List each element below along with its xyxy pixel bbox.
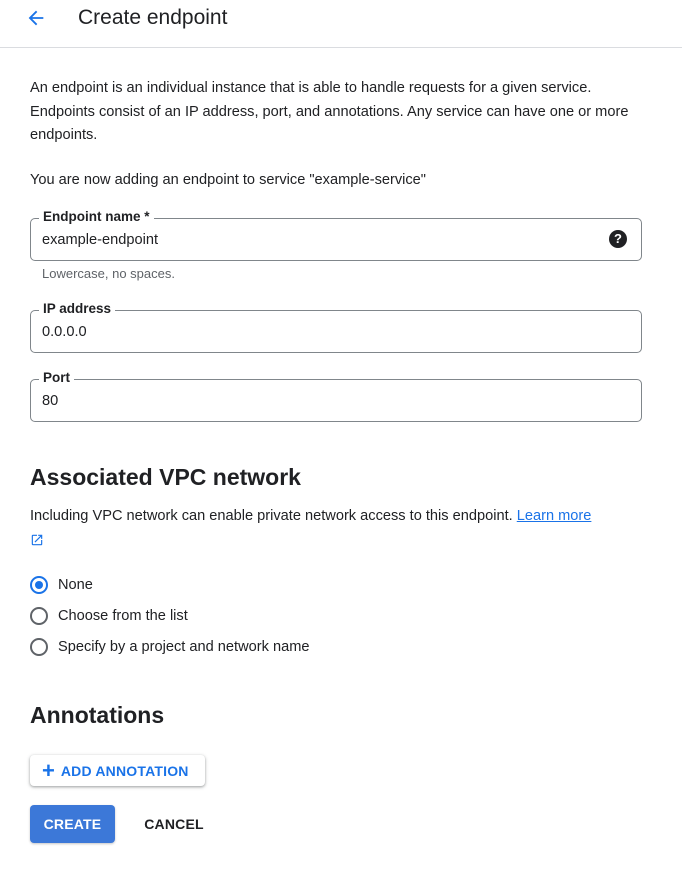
radio-none-label: None xyxy=(58,577,93,593)
create-button[interactable]: CREATE xyxy=(30,805,115,843)
port-input[interactable] xyxy=(42,390,582,412)
back-button[interactable] xyxy=(20,4,52,32)
ip-address-field[interactable]: IP address xyxy=(30,301,642,353)
vpc-section-title: Associated VPC network xyxy=(30,464,301,490)
annotations-section-title: Annotations xyxy=(30,702,165,728)
arrow-back-icon xyxy=(28,10,44,26)
port-label: Port xyxy=(39,370,74,386)
endpoint-description: An endpoint is an individual instance th… xyxy=(30,80,629,143)
external-link-icon[interactable] xyxy=(30,533,44,547)
radio-specify-label: Specify by a project and network name xyxy=(58,639,310,655)
help-icon[interactable]: ? xyxy=(609,230,627,248)
endpoint-name-label: Endpoint name * xyxy=(39,209,154,225)
radio-choose-label: Choose from the list xyxy=(58,608,188,624)
ip-address-input[interactable] xyxy=(42,321,582,343)
cancel-button[interactable]: CANCEL xyxy=(130,805,218,843)
adding-service-text: You are now adding an endpoint to servic… xyxy=(30,172,426,188)
radio-button[interactable] xyxy=(30,607,48,625)
port-field[interactable]: Port xyxy=(30,370,642,422)
radio-specify-project[interactable]: Specify by a project and network name xyxy=(30,636,309,658)
radio-choose-from-list[interactable]: Choose from the list xyxy=(30,605,188,627)
learn-more-link[interactable]: Learn more xyxy=(517,508,592,524)
endpoint-name-field[interactable]: Endpoint name * ? xyxy=(30,209,642,261)
radio-button[interactable] xyxy=(30,638,48,656)
create-endpoint-page: Create endpoint An endpoint is an indivi… xyxy=(0,0,682,874)
ip-address-label: IP address xyxy=(39,301,116,317)
plus-icon: + xyxy=(42,757,55,783)
radio-none[interactable]: None xyxy=(30,574,93,596)
vpc-description: Including VPC network can enable private… xyxy=(30,505,650,527)
page-header: Create endpoint xyxy=(0,0,682,48)
vpc-description-text: Including VPC network can enable private… xyxy=(30,508,513,524)
endpoint-name-input[interactable] xyxy=(42,229,582,251)
add-annotation-button[interactable]: + ADD ANNOTATION xyxy=(30,755,205,786)
add-annotation-label: ADD ANNOTATION xyxy=(60,762,189,779)
endpoint-name-hint: Lowercase, no spaces. xyxy=(42,266,175,281)
radio-button-checked[interactable] xyxy=(30,576,48,594)
page-title: Create endpoint xyxy=(78,6,228,29)
